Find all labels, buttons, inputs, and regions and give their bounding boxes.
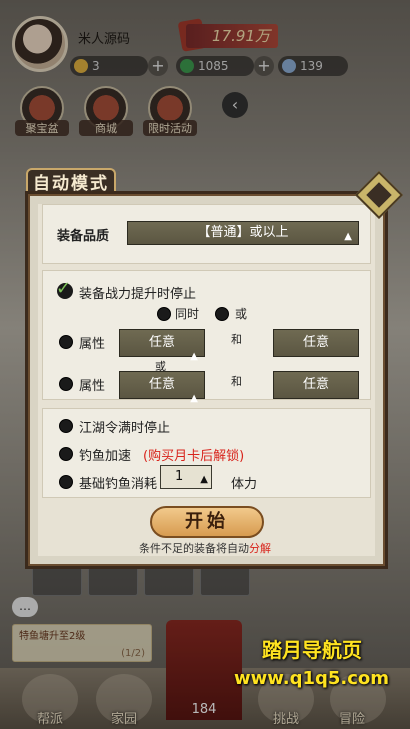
jianghu-stop-radio[interactable] — [59, 419, 73, 433]
start-button[interactable]: 开始 — [150, 506, 264, 538]
attr1-left-value: 任意 — [148, 335, 175, 350]
fishing-speed-note: (购买月卡后解锁) — [143, 449, 245, 464]
watermark-title: 踏月导航页 — [262, 638, 362, 662]
dialog-body: 装备品质 【普通】或以上 ▲ ✓ 装备战力提升时停止 同时 或 属性 任意 ▲ … — [38, 204, 375, 556]
checkmark-icon: ✓ — [56, 278, 72, 299]
attr1-radio[interactable] — [59, 335, 73, 349]
dropdown-arrow-icon: ▲ — [190, 351, 198, 362]
quality-dropdown[interactable]: 【普通】或以上 ▲ — [127, 221, 359, 245]
fishing-speed-label: 钓鱼加速 — [79, 449, 132, 464]
and-label: 和 — [231, 375, 242, 388]
footer-highlight: 分解 — [249, 542, 271, 555]
attr1-left-dropdown[interactable]: 任意 ▲ — [119, 329, 205, 362]
stamina-unit-label: 体力 — [231, 477, 258, 492]
attr2-left-dropdown[interactable]: 任意 ▲ — [119, 371, 205, 404]
watermark-url: www.q1q5.com — [234, 668, 390, 689]
and-label: 和 — [231, 333, 242, 346]
dropdown-arrow-icon: ▲ — [200, 474, 208, 485]
attr1-label: 属性 — [79, 337, 106, 352]
base-cost-stepper[interactable]: 1 ▲ — [160, 465, 212, 489]
attr1-right-dropdown[interactable]: 任意 — [273, 329, 359, 357]
quality-section: 装备品质 【普通】或以上 ▲ — [42, 204, 371, 264]
dropdown-arrow-icon: ▲ — [344, 231, 352, 242]
same-time-radio[interactable] — [157, 307, 171, 321]
footer-text: 条件不足的装备将自动 — [139, 542, 249, 555]
jianghu-stop-label: 江湖令满时停止 — [79, 421, 171, 436]
fishing-speed-radio[interactable] — [59, 447, 73, 461]
attr2-left-value: 任意 — [148, 377, 175, 392]
base-cost-value: 1 — [175, 469, 184, 484]
power-stop-checkbox[interactable]: ✓ — [56, 278, 73, 299]
quality-value: 【普通】或以上 — [197, 225, 289, 240]
attr1-right-value: 任意 — [302, 335, 329, 350]
attr2-right-dropdown[interactable]: 任意 — [273, 371, 359, 399]
power-stop-section: ✓ 装备战力提升时停止 同时 或 属性 任意 ▲ 和 任意 或 属性 任意 ▲ — [42, 270, 371, 404]
power-stop-label: 装备战力提升时停止 — [79, 287, 197, 302]
footer-note: 条件不足的装备将自动分解 — [0, 540, 410, 556]
attr2-radio[interactable] — [59, 377, 73, 391]
quality-label: 装备品质 — [57, 229, 110, 244]
base-cost-radio[interactable] — [59, 475, 73, 489]
either-label: 或 — [235, 307, 248, 321]
attr2-right-value: 任意 — [302, 377, 329, 392]
base-cost-label: 基础钓鱼消耗 — [79, 477, 158, 492]
attr2-label: 属性 — [79, 379, 106, 394]
same-time-label: 同时 — [175, 307, 200, 321]
either-radio[interactable] — [215, 307, 229, 321]
